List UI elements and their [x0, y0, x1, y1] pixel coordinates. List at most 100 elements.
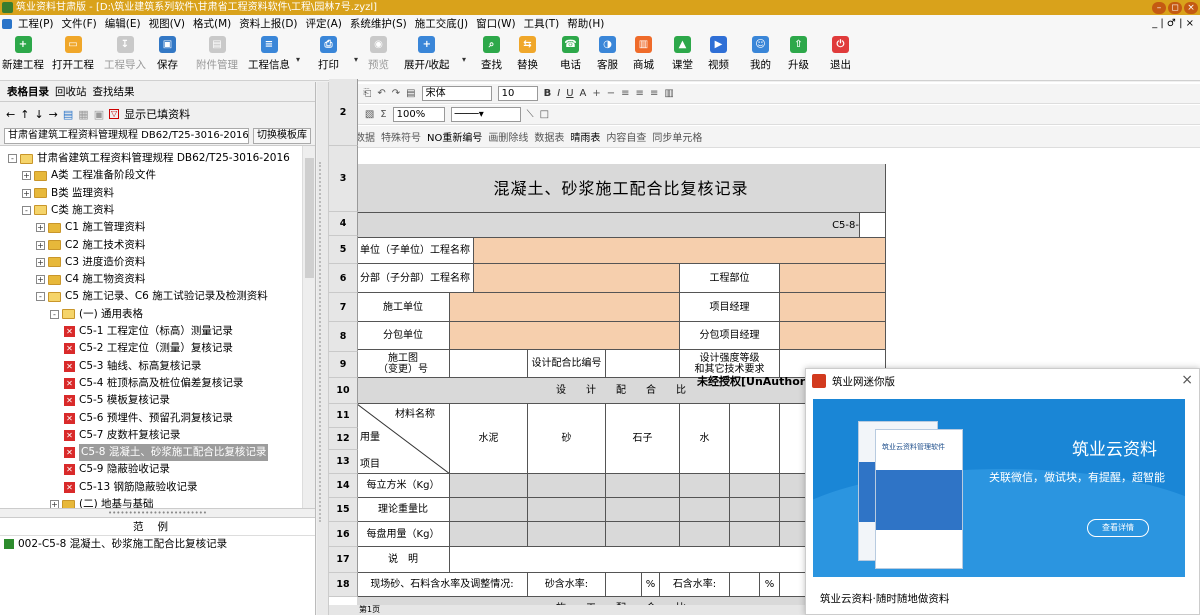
- collapse-minus-icon[interactable]: -: [22, 205, 31, 215]
- diagonal-icon[interactable]: ⟍: [527, 109, 534, 120]
- expand-plus-icon[interactable]: +: [22, 171, 31, 181]
- menu-item[interactable]: 系统维护(S): [346, 15, 411, 33]
- row-header[interactable]: 13: [329, 450, 358, 474]
- chevron-down-icon[interactable]: ▾: [354, 55, 358, 64]
- menu-item[interactable]: 评定(A): [302, 15, 346, 33]
- row-header[interactable]: 10: [329, 378, 358, 404]
- weather-button[interactable]: 晴雨表: [570, 129, 600, 144]
- toolbar-button-0[interactable]: + 新建工程: [2, 36, 44, 72]
- toolbar-button-18[interactable]: ⏻ 退出: [830, 36, 851, 72]
- minus-icon[interactable]: −: [607, 88, 615, 99]
- copy-icon[interactable]: ▤: [63, 108, 73, 121]
- toolbar-button-6[interactable]: ⎙ 打印: [318, 36, 339, 72]
- tree-item[interactable]: ✕ C5-7 皮数杆复核记录: [64, 427, 180, 444]
- toolbar-button-3[interactable]: ▣ 保存: [157, 36, 178, 72]
- tree-item[interactable]: ✕ C5-5 模板复核记录: [64, 392, 170, 409]
- plus-icon[interactable]: +: [592, 88, 600, 99]
- collapse-minus-icon[interactable]: -: [50, 309, 59, 319]
- pm-input[interactable]: [780, 293, 886, 322]
- row-header[interactable]: 15: [329, 498, 358, 522]
- expand-plus-icon[interactable]: +: [22, 188, 31, 198]
- drawing-input[interactable]: [450, 350, 528, 378]
- data-cell[interactable]: [528, 474, 606, 498]
- expand-plus-icon[interactable]: +: [36, 257, 45, 267]
- tree-item[interactable]: ✕ C5-2 工程定位（测量）复核记录: [64, 340, 233, 357]
- tree-item[interactable]: + B类 监理资料: [22, 185, 114, 202]
- spec-select[interactable]: 甘肃省建筑工程资料管理规程 DB62/T25-3016-2016: [4, 127, 249, 144]
- promo-banner[interactable]: 筑业云资料管理软件 筑业云资料 关联微信，做试块，有提醒，超智能 查看详情: [813, 399, 1185, 577]
- tree-item[interactable]: - (一) 通用表格: [50, 306, 143, 323]
- view-details-button[interactable]: 查看详情: [1087, 519, 1149, 537]
- data-table-button[interactable]: 数据表: [534, 129, 564, 144]
- align-left-icon[interactable]: ≡: [621, 88, 629, 99]
- fill-icon[interactable]: ▧: [365, 109, 374, 120]
- toolbar-button-16[interactable]: ☺ 我的: [750, 36, 771, 72]
- tree-item[interactable]: ✕ C5-13 钢筋隐蔽验收记录: [64, 479, 198, 496]
- stone-moist-input[interactable]: [730, 573, 760, 597]
- data-cell[interactable]: [606, 522, 680, 547]
- constructor-input[interactable]: [450, 293, 680, 322]
- grid-icon[interactable]: ▣: [94, 108, 104, 121]
- menu-item[interactable]: 编辑(E): [101, 15, 145, 33]
- tab-search-results[interactable]: 查找结果: [90, 84, 138, 99]
- toolbar-button-17[interactable]: ⇧ 升级: [788, 36, 809, 72]
- app-menu-icon[interactable]: [2, 19, 12, 29]
- menu-item[interactable]: 资料上报(D): [235, 15, 301, 33]
- expand-plus-icon[interactable]: +: [50, 500, 59, 508]
- tab-recycle[interactable]: 回收站: [52, 84, 90, 99]
- font-color-icon[interactable]: A: [580, 88, 587, 99]
- collapse-minus-icon[interactable]: -: [8, 154, 17, 163]
- data-cell[interactable]: [450, 474, 528, 498]
- show-filled-checkbox[interactable]: ▽: [109, 109, 120, 119]
- row-header[interactable]: 5: [329, 236, 358, 264]
- tree-item[interactable]: ✕ C5-3 轴线、标高复核记录: [64, 358, 201, 375]
- self-check-button[interactable]: 内容自查: [606, 129, 646, 144]
- location-input[interactable]: [780, 264, 886, 293]
- row-header[interactable]: 16: [329, 522, 358, 547]
- arrow-down-icon[interactable]: ↓: [34, 108, 43, 121]
- tree-item[interactable]: - 甘肃省建筑工程资料管理规程 DB62/T25-3016-2016: [8, 150, 290, 167]
- tree-item[interactable]: + C2 施工技术资料: [36, 237, 145, 254]
- toolbar-button-14[interactable]: ▲ 课堂: [672, 36, 693, 72]
- row-header[interactable]: 8: [329, 322, 358, 352]
- menu-item[interactable]: 工具(T): [520, 15, 564, 33]
- sub-pm-input[interactable]: [780, 322, 886, 350]
- tree-scrollbar[interactable]: [302, 146, 315, 508]
- data-cell[interactable]: [606, 474, 680, 498]
- data-cell[interactable]: [606, 498, 680, 522]
- rect-icon[interactable]: □: [540, 109, 549, 120]
- mix-no-input[interactable]: [606, 350, 680, 378]
- size-select[interactable]: 10: [497, 86, 538, 101]
- menu-item[interactable]: 文件(F): [58, 15, 101, 33]
- row-header[interactable]: 3: [329, 146, 358, 212]
- menu-item[interactable]: 窗口(W): [472, 15, 520, 33]
- close-icon[interactable]: ×: [1181, 372, 1193, 388]
- tree-item[interactable]: ✕ C5-4 桩顶标高及桩位偏差复核记录: [64, 375, 243, 392]
- tree-item[interactable]: + C1 施工管理资料: [36, 219, 145, 236]
- renumber-button[interactable]: NO重新编号: [427, 129, 482, 144]
- menu-item[interactable]: 帮助(H): [563, 15, 608, 33]
- special-symbol-button[interactable]: 特殊符号: [381, 129, 421, 144]
- tree-item[interactable]: + (二) 地基与基础: [50, 496, 154, 508]
- align-right-icon[interactable]: ≡: [650, 88, 658, 99]
- undo-icon[interactable]: ↶: [377, 88, 385, 99]
- font-select[interactable]: 宋体: [421, 86, 492, 101]
- row-header[interactable]: 9: [329, 352, 358, 378]
- tree-item[interactable]: - C5 施工记录、C6 施工试验记录及检测资料: [36, 288, 268, 305]
- arrow-right-icon[interactable]: →: [49, 108, 58, 121]
- underline-icon[interactable]: U: [566, 88, 573, 99]
- redo-icon[interactable]: ↷: [392, 88, 400, 99]
- toolbar-button-10[interactable]: ⇆ 替换: [517, 36, 538, 72]
- unit-project-input[interactable]: [474, 238, 886, 264]
- row-header[interactable]: 12: [329, 428, 358, 450]
- chevron-down-icon[interactable]: ▾: [462, 55, 466, 64]
- toolbar-button-9[interactable]: ⌕ 查找: [481, 36, 502, 72]
- minimize-icon[interactable]: –: [1152, 1, 1166, 14]
- sub-unit-input[interactable]: [450, 322, 680, 350]
- expand-plus-icon[interactable]: +: [36, 240, 45, 250]
- toolbar-button-5[interactable]: ≡ 工程信息: [248, 36, 290, 72]
- expand-plus-icon[interactable]: +: [36, 223, 45, 233]
- restore-icon[interactable]: ◻: [1168, 1, 1182, 14]
- sand-moist-input[interactable]: [606, 573, 642, 597]
- tree-item[interactable]: - C类 施工资料: [22, 202, 114, 219]
